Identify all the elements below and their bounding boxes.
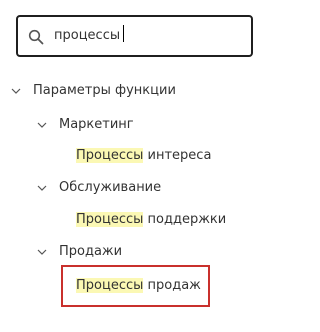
search-match-highlight: Процессы [76, 212, 144, 227]
tree-node-label: Маркетинг [59, 117, 134, 132]
tree-node-service[interactable]: Обслуживание [36, 178, 216, 198]
chevron-down-icon[interactable] [36, 182, 48, 194]
tree-node-marketing[interactable]: Маркетинг [36, 115, 196, 135]
search-match-highlight: Процессы [76, 278, 144, 293]
text-caret [123, 25, 125, 42]
tree-node-function-params[interactable]: Параметры функции [10, 81, 210, 101]
tree-leaf-support-processes[interactable]: Процессы поддержки [76, 210, 226, 230]
tree-leaf-interest-processes[interactable]: Процессы интереса [76, 146, 211, 166]
tree-node-sales[interactable]: Продажи [36, 242, 196, 262]
search-match-highlight: Процессы [76, 148, 144, 163]
chevron-down-icon[interactable] [36, 119, 48, 131]
tree-leaf-label-rest: интереса [143, 148, 212, 163]
function-tree-panel: процессы Параметры функции Маркетинг Про… [0, 0, 273, 332]
tree-node-label: Обслуживание [59, 180, 162, 195]
tree-leaf-label-rest: продаж [143, 278, 201, 293]
tree-leaf-label-rest: поддержки [143, 212, 227, 227]
tree-node-label: Продажи [59, 244, 123, 259]
search-icon [28, 29, 44, 45]
search-input-value: процессы [54, 28, 121, 43]
chevron-down-icon[interactable] [36, 246, 48, 258]
tree-leaf-sales-processes[interactable]: Процессы продаж [76, 276, 201, 296]
chevron-down-icon[interactable] [10, 85, 22, 97]
tree-node-label: Параметры функции [33, 83, 176, 98]
search-input[interactable]: процессы [54, 25, 125, 47]
search-field[interactable]: процессы [16, 15, 253, 57]
